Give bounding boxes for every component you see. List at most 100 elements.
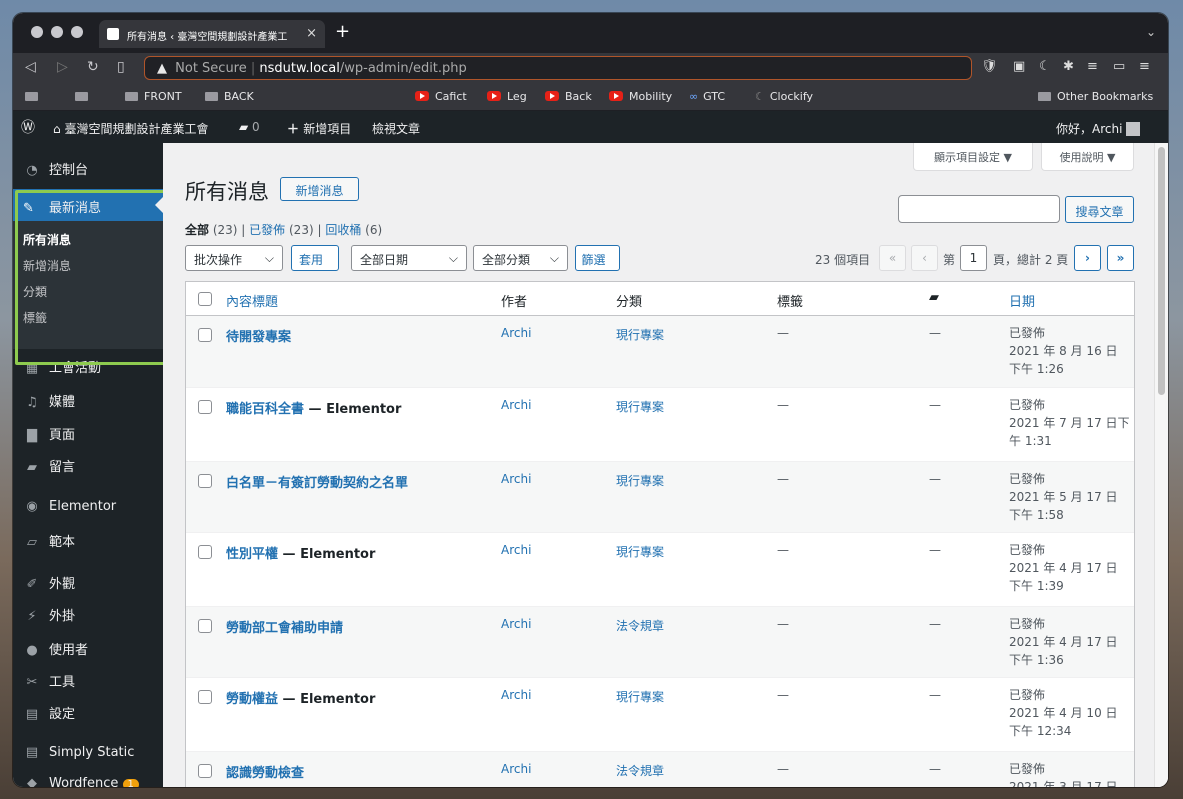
menu-events[interactable]: ▦ 工會活動	[23, 357, 101, 376]
post-author-link[interactable]: Archi	[501, 688, 531, 702]
submenu-tags[interactable]: 標籤	[23, 309, 47, 326]
bulk-actions-select[interactable]: 批次操作 ⌵	[185, 245, 283, 271]
bookmark-icon[interactable]: ▯	[117, 59, 125, 75]
close-window-button[interactable]	[31, 26, 43, 38]
bookmark-gtc[interactable]: ∞ GTC	[689, 90, 725, 103]
brave-shield-icon[interactable]: 🛡	[981, 59, 998, 74]
menu-icon[interactable]: ≡	[1139, 59, 1150, 74]
filter-trash[interactable]: 回收桶	[325, 223, 361, 237]
post-author-link[interactable]: Archi	[501, 543, 531, 557]
post-title-link[interactable]: 白名單－有簽訂勞動契約之名單	[226, 472, 408, 491]
bookmark-front[interactable]: FRONT	[125, 90, 182, 103]
menu-elementor[interactable]: ◉ Elementor	[23, 499, 116, 514]
post-title-link[interactable]: 勞動部工會補助申請	[226, 617, 343, 636]
forward-icon[interactable]: ▷	[57, 59, 68, 75]
bookmark-leg[interactable]: Leg	[487, 90, 527, 103]
maximize-window-button[interactable]	[71, 26, 83, 38]
site-name-link[interactable]: ⌂ 臺灣空間規劃設計產業工會	[53, 120, 208, 137]
post-category-link[interactable]: 現行專案	[616, 543, 664, 560]
close-tab-icon[interactable]: ×	[306, 26, 317, 41]
post-author-link[interactable]: Archi	[501, 762, 531, 776]
menu-settings[interactable]: ▤ 設定	[23, 703, 75, 722]
post-author-link[interactable]: Archi	[501, 398, 531, 412]
submenu-add-new[interactable]: 新增消息	[23, 257, 71, 274]
comment-column-icon[interactable]: ▰	[929, 290, 939, 305]
menu-dashboard[interactable]: ◔ 控制台	[23, 159, 88, 178]
address-bar[interactable]: ▲ Not Secure | nsdutw.local/wp-admin/edi…	[144, 56, 972, 80]
help-button[interactable]: 使用說明 ▼	[1041, 143, 1134, 171]
select-all-checkbox[interactable]	[198, 292, 212, 306]
menu-templates[interactable]: ▱ 範本	[23, 531, 75, 550]
bookmark-mobility[interactable]: Mobility	[609, 90, 672, 103]
screen-options-button[interactable]: 顯示項目設定 ▼	[913, 143, 1033, 171]
user-greeting[interactable]: 你好，Archi	[1056, 120, 1141, 137]
row-checkbox[interactable]	[198, 690, 212, 704]
search-input[interactable]	[898, 195, 1060, 223]
bookmark-folder-icon[interactable]	[25, 90, 44, 103]
post-title-link[interactable]: 待開發專案	[226, 326, 291, 345]
browser-tab[interactable]: 所有消息 ‹ 臺灣空間規劃設計產業工 ×	[99, 20, 325, 48]
filter-published[interactable]: 已發佈	[249, 223, 285, 237]
last-page-button[interactable]: »	[1107, 245, 1134, 271]
post-category-link[interactable]: 法令規章	[616, 617, 664, 634]
date-filter-select[interactable]: 全部日期 ⌵	[351, 245, 467, 271]
notion-icon[interactable]: ▣	[1013, 59, 1025, 74]
post-author-link[interactable]: Archi	[501, 472, 531, 486]
bookmark-cafict[interactable]: Cafict	[415, 90, 467, 103]
menu-appearance[interactable]: ✐ 外觀	[23, 573, 75, 592]
search-posts-button[interactable]: 搜尋文章	[1065, 196, 1134, 223]
prev-page-button[interactable]: ‹	[911, 245, 938, 271]
row-checkbox[interactable]	[198, 619, 212, 633]
row-checkbox[interactable]	[198, 474, 212, 488]
filter-button[interactable]: 篩選	[575, 245, 620, 271]
bookmark-folder-icon[interactable]	[75, 90, 94, 103]
row-checkbox[interactable]	[198, 545, 212, 559]
extensions-icon[interactable]: ✱	[1063, 59, 1074, 74]
playlist-icon[interactable]: ≡	[1087, 59, 1098, 74]
menu-posts[interactable]: ✎ 最新消息	[13, 189, 163, 221]
page-scrollbar[interactable]	[1154, 143, 1168, 787]
post-author-link[interactable]: Archi	[501, 326, 531, 340]
post-category-link[interactable]: 現行專案	[616, 326, 664, 343]
category-filter-select[interactable]: 全部分類 ⌵	[473, 245, 568, 271]
submenu-categories[interactable]: 分類	[23, 283, 47, 300]
other-bookmarks[interactable]: Other Bookmarks	[1038, 90, 1153, 103]
column-title[interactable]: 內容標題	[226, 291, 278, 310]
bookmark-back-2[interactable]: Back	[545, 90, 592, 103]
post-category-link[interactable]: 現行專案	[616, 688, 664, 705]
menu-users[interactable]: ● 使用者	[23, 639, 88, 658]
menu-wordfence[interactable]: ◆ Wordfence 1	[23, 776, 139, 787]
comments-link[interactable]: ▰ 0	[239, 120, 260, 134]
new-tab-button[interactable]: +	[335, 21, 350, 42]
submenu-all-posts[interactable]: 所有消息	[23, 231, 71, 248]
wallet-icon[interactable]: ▭	[1113, 59, 1125, 74]
post-category-link[interactable]: 現行專案	[616, 472, 664, 489]
column-date[interactable]: 日期	[1009, 291, 1035, 310]
menu-pages[interactable]: ▇ 頁面	[23, 424, 75, 443]
scrollbar-thumb[interactable]	[1158, 147, 1165, 395]
row-checkbox[interactable]	[198, 764, 212, 778]
post-category-link[interactable]: 法令規章	[616, 762, 664, 779]
row-checkbox[interactable]	[198, 400, 212, 414]
add-new-button[interactable]: 新增消息	[280, 177, 359, 201]
post-title-link[interactable]: 性別平權 — Elementor	[226, 543, 375, 562]
menu-comments[interactable]: ▰ 留言	[23, 456, 75, 475]
back-icon[interactable]: ◁	[25, 59, 36, 75]
menu-simply-static[interactable]: ▤ Simply Static	[23, 745, 135, 760]
bookmark-back[interactable]: BACK	[205, 90, 254, 103]
wordpress-logo-icon[interactable]: Ⓦ	[21, 117, 35, 137]
post-title-link[interactable]: 勞動權益 — Elementor	[226, 688, 375, 707]
post-author-link[interactable]: Archi	[501, 617, 531, 631]
tab-list-chevron-icon[interactable]: ⌄	[1146, 25, 1156, 39]
apply-button[interactable]: 套用	[291, 245, 339, 271]
row-checkbox[interactable]	[198, 328, 212, 342]
first-page-button[interactable]: «	[879, 245, 906, 271]
current-page-input[interactable]: 1	[960, 245, 987, 271]
menu-media[interactable]: ♫ 媒體	[23, 391, 75, 410]
post-title-link[interactable]: 認識勞動檢查	[226, 762, 304, 781]
bookmark-clockify[interactable]: ☾ Clockify	[755, 90, 813, 103]
post-category-link[interactable]: 現行專案	[616, 398, 664, 415]
clockify-icon[interactable]: ☾	[1039, 59, 1051, 74]
reload-icon[interactable]: ↻	[87, 59, 99, 75]
menu-plugins[interactable]: ⚡ 外掛	[23, 605, 75, 624]
